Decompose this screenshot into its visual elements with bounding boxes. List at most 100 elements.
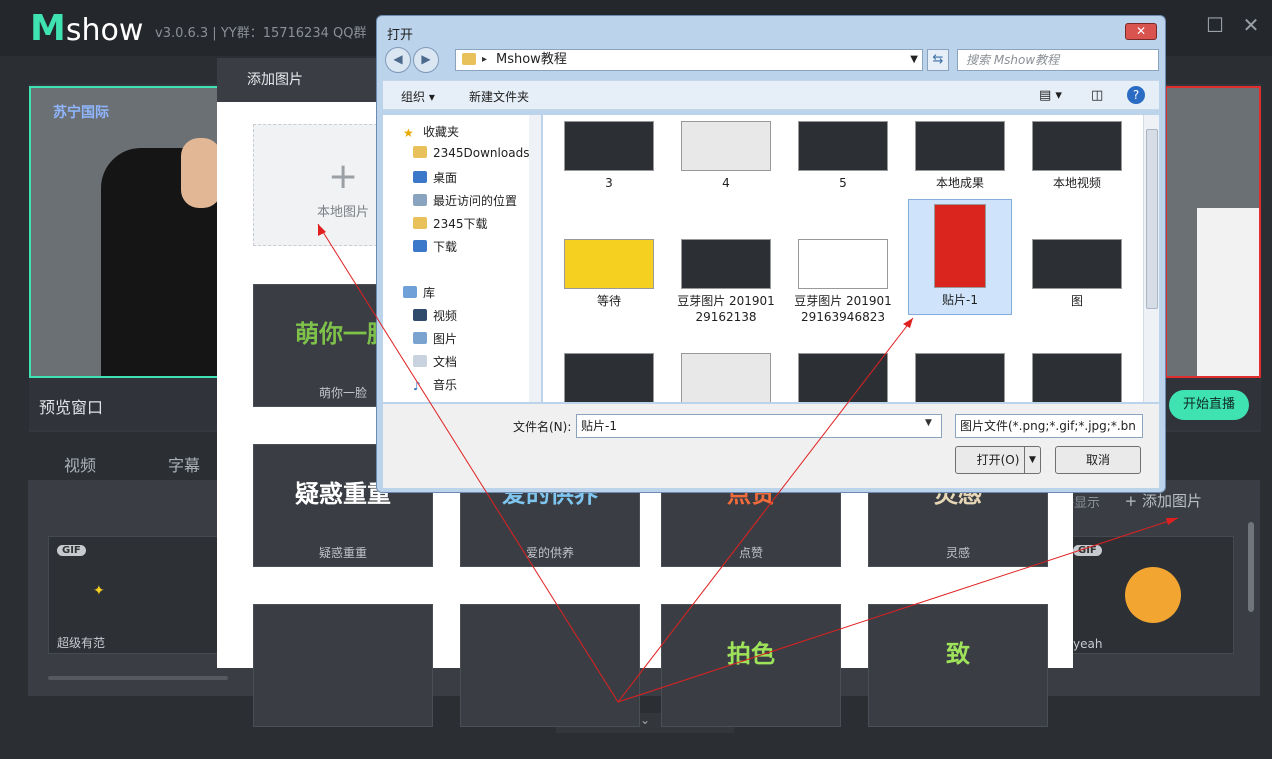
file-thumbnail: [681, 353, 771, 402]
preview-pane-icon[interactable]: ◫: [1091, 88, 1103, 103]
help-icon[interactable]: ?: [1127, 86, 1145, 104]
file-item[interactable]: [1025, 353, 1129, 402]
open-file-dialog: 打开 ✕ ◀ ▶ ▸ Mshow教程 ▼ ⇆ 搜索 Mshow教程 组织 ▾ 新…: [376, 15, 1166, 493]
file-name: 本地成果: [935, 176, 984, 190]
file-thumbnail: [564, 121, 654, 171]
file-item[interactable]: [557, 353, 661, 402]
gallery-scrollbar[interactable]: [1248, 522, 1254, 612]
sticker-image: [467, 613, 633, 695]
picture-icon: [413, 332, 427, 344]
open-dialog-title: 打开: [387, 28, 414, 43]
nav-item[interactable]: 下载: [413, 238, 457, 255]
file-name: 豆芽图片 20190129163946823: [794, 294, 892, 324]
start-live-button[interactable]: 开始直播: [1169, 390, 1249, 420]
file-name: 豆芽图片 20190129162138: [677, 294, 775, 324]
gif-badge: GIF: [57, 545, 86, 556]
back-icon[interactable]: ◀: [385, 47, 411, 73]
view-icon[interactable]: ▤ ▾: [1039, 88, 1062, 103]
file-thumbnail: [915, 121, 1005, 171]
nav-library[interactable]: 库: [403, 284, 435, 301]
plus-icon: +: [1124, 492, 1138, 510]
file-item[interactable]: 5: [791, 121, 895, 191]
file-name: 4: [722, 176, 730, 190]
file-item[interactable]: 图: [1025, 239, 1129, 309]
sticker-image: ✦: [93, 583, 105, 599]
file-item[interactable]: [908, 353, 1012, 402]
file-name: 等待: [596, 294, 621, 308]
new-folder-button[interactable]: 新建文件夹: [469, 88, 529, 105]
dialog-toolbar: 组织 ▾ 新建文件夹 ▤ ▾ ◫ ?: [383, 80, 1159, 110]
file-item[interactable]: [674, 353, 778, 402]
file-name: 3: [605, 176, 613, 190]
file-item[interactable]: 豆芽图片 20190129162138: [674, 239, 778, 325]
nav-item[interactable]: 2345下载: [413, 215, 488, 232]
file-thumbnail: [564, 239, 654, 289]
preview-label: 预览窗口: [39, 398, 104, 417]
gallery-item[interactable]: GIF yeah: [1064, 536, 1234, 654]
sticker-card[interactable]: [253, 604, 433, 727]
sticker-image: 拍色: [727, 640, 775, 668]
sticker-image: [260, 613, 426, 695]
search-input[interactable]: 搜索 Mshow教程: [957, 49, 1159, 71]
nav-item[interactable]: 视频: [413, 307, 457, 324]
brand-watermark: 苏宁国际: [53, 105, 109, 121]
camera-feed-left: 苏宁国际: [29, 86, 219, 378]
video-icon: [413, 309, 427, 321]
filename-input[interactable]: 贴片-1: [576, 414, 942, 438]
sticker-card[interactable]: 致: [868, 604, 1048, 727]
file-item[interactable]: 贴片-1: [908, 199, 1012, 315]
scrollbar-thumb[interactable]: [1146, 129, 1158, 309]
file-thumbnail: [681, 121, 771, 171]
version-info: v3.0.6.3 | YY群：15716234 QQ群: [155, 26, 367, 41]
filename-label: 文件名(N):: [513, 420, 572, 434]
dialog-footer: 文件名(N): 贴片-1 ▼ 图片文件(*.png;*.gif;*.jpg;*.…: [383, 404, 1159, 488]
add-image-button[interactable]: + 添加图片: [1125, 490, 1202, 511]
cancel-button[interactable]: 取消: [1055, 446, 1141, 474]
nav-item[interactable]: 文档: [413, 353, 457, 370]
sticker-card[interactable]: [460, 604, 640, 727]
folder-icon: [462, 53, 476, 65]
filename-dropdown-icon[interactable]: ▼: [925, 418, 932, 428]
file-item[interactable]: 等待: [557, 239, 661, 309]
file-thumbnail: [798, 121, 888, 171]
gallery-item[interactable]: GIF ✦ 超级有范: [48, 536, 228, 654]
download-folder-icon: [413, 240, 427, 252]
sticker-card[interactable]: 拍色: [661, 604, 841, 727]
sticker-label: 点赞: [738, 546, 763, 560]
file-name: 贴片-1: [942, 293, 978, 307]
horizontal-scrollbar[interactable]: [48, 676, 228, 680]
file-item[interactable]: [791, 353, 895, 402]
tab-subtitle[interactable]: 字幕: [168, 452, 200, 476]
file-item[interactable]: 4: [674, 121, 778, 191]
open-button[interactable]: 打开(O) ▼: [955, 446, 1041, 474]
file-item[interactable]: 本地成果: [908, 121, 1012, 191]
nav-item[interactable]: 桌面: [413, 169, 457, 186]
forward-icon[interactable]: ▶: [413, 47, 439, 73]
folder-icon: [413, 146, 427, 158]
tab-video[interactable]: 视频: [64, 452, 96, 476]
file-item[interactable]: 3: [557, 121, 661, 191]
organize-menu[interactable]: 组织 ▾: [401, 88, 435, 105]
nav-scrollbar[interactable]: [529, 115, 541, 402]
file-item[interactable]: 豆芽图片 20190129163946823: [791, 239, 895, 325]
nav-item[interactable]: 图片: [413, 330, 457, 347]
nav-item[interactable]: 2345Downloads: [413, 146, 529, 160]
nav-favorites[interactable]: ★ 收藏夹: [403, 123, 459, 140]
address-bar[interactable]: ▸ Mshow教程 ▼: [455, 49, 923, 71]
file-thumbnail: [564, 353, 654, 402]
file-item[interactable]: 本地视频: [1025, 121, 1129, 191]
file-thumbnail: [681, 239, 771, 289]
file-thumbnail: [798, 239, 888, 289]
nav-item[interactable]: 最近访问的位置: [413, 192, 517, 209]
gif-badge: GIF: [1073, 545, 1102, 556]
filetype-select[interactable]: 图片文件(*.png;*.gif;*.jpg;*.bn: [955, 414, 1143, 438]
file-list-scrollbar[interactable]: [1143, 115, 1159, 402]
close-icon[interactable]: ✕: [1240, 14, 1262, 36]
open-dropdown-icon[interactable]: ▼: [1024, 447, 1040, 473]
gallery-item-label: 超级有范: [57, 636, 106, 650]
dropdown-icon[interactable]: ▼: [910, 50, 918, 70]
maximize-icon[interactable]: ☐: [1204, 14, 1226, 36]
nav-item[interactable]: ♪ 音乐: [413, 376, 457, 393]
refresh-icon[interactable]: ⇆: [927, 49, 949, 71]
close-button[interactable]: ✕: [1125, 23, 1157, 40]
